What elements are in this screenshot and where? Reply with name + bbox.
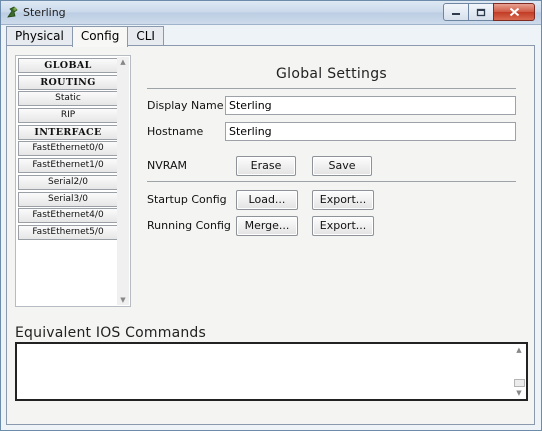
app-icon bbox=[7, 6, 18, 18]
hostname-label: Hostname bbox=[147, 125, 204, 138]
scroll-up-icon[interactable]: ▲ bbox=[513, 345, 525, 355]
ios-commands-textarea[interactable]: ▲ ▼ bbox=[15, 342, 528, 401]
config-panel: GLOBAL ROUTING Static RIP INTERFACE FastEther… bbox=[6, 45, 535, 425]
global-settings-title: Global Settings bbox=[275, 66, 388, 82]
running-config-label: Running Config bbox=[147, 219, 231, 232]
ios-scroll-thumb[interactable] bbox=[514, 379, 525, 387]
nav-item-fastethernet5-0[interactable]: FastEthernet5/0 bbox=[18, 224, 118, 240]
display-name-field[interactable]: Sterling bbox=[225, 96, 516, 115]
tab-config[interactable]: Config bbox=[71, 26, 129, 47]
title-bar[interactable]: Sterling bbox=[1, 1, 541, 25]
tab-physical[interactable]: Physical bbox=[6, 26, 73, 46]
tab-cli[interactable]: CLI bbox=[127, 26, 164, 46]
nav-item-routing[interactable]: ROUTING bbox=[18, 74, 118, 90]
scroll-up-icon[interactable]: ▲ bbox=[117, 57, 129, 67]
nav-list: GLOBAL ROUTING Static RIP INTERFACE FastEther… bbox=[18, 58, 118, 242]
nav-item-rip[interactable]: RIP bbox=[18, 108, 118, 124]
nav-item-fastethernet1-0[interactable]: FastEthernet1/0 bbox=[18, 158, 118, 174]
nvram-label: NVRAM bbox=[147, 159, 187, 172]
minimize-button[interactable] bbox=[443, 3, 469, 21]
close-button[interactable] bbox=[493, 3, 535, 21]
display-name-label: Display Name bbox=[147, 99, 224, 112]
maximize-button[interactable] bbox=[468, 3, 494, 21]
nav-panel: GLOBAL ROUTING Static RIP INTERFACE FastEther… bbox=[15, 55, 131, 307]
section-divider bbox=[147, 181, 516, 182]
nav-item-interface[interactable]: INTERFACE bbox=[18, 124, 118, 140]
startup-export-button[interactable]: Export... bbox=[312, 190, 374, 210]
save-button[interactable]: Save bbox=[312, 156, 372, 176]
app-window: Sterling Physical Config CLI GLOBAL ROUTI… bbox=[0, 0, 542, 431]
tab-bar: Physical Config CLI bbox=[6, 26, 164, 47]
maximize-icon bbox=[476, 8, 486, 16]
load-button[interactable]: Load... bbox=[236, 190, 298, 210]
merge-button[interactable]: Merge... bbox=[236, 216, 298, 236]
hostname-field[interactable]: Sterling bbox=[225, 122, 516, 141]
ios-commands-title: Equivalent IOS Commands bbox=[15, 325, 207, 341]
nav-scrollbar[interactable]: ▲ ▼ bbox=[117, 57, 129, 305]
title-divider bbox=[147, 88, 516, 89]
scroll-down-icon[interactable]: ▼ bbox=[117, 295, 129, 305]
close-icon bbox=[509, 7, 519, 17]
nav-item-fastethernet4-0[interactable]: FastEthernet4/0 bbox=[18, 208, 118, 224]
window-title: Sterling bbox=[23, 6, 66, 19]
nav-item-fastethernet0-0[interactable]: FastEthernet0/0 bbox=[18, 141, 118, 157]
nav-item-global[interactable]: GLOBAL bbox=[18, 58, 118, 73]
ios-scrollbar[interactable]: ▲ ▼ bbox=[513, 345, 525, 398]
erase-button[interactable]: Erase bbox=[236, 156, 296, 176]
minimize-icon bbox=[452, 13, 460, 15]
running-export-button[interactable]: Export... bbox=[312, 216, 374, 236]
nav-item-static[interactable]: Static bbox=[18, 91, 118, 107]
window-controls bbox=[443, 3, 535, 21]
nav-item-serial2-0[interactable]: Serial2/0 bbox=[18, 174, 118, 190]
startup-config-label: Startup Config bbox=[147, 193, 227, 206]
nav-item-serial3-0[interactable]: Serial3/0 bbox=[18, 191, 118, 207]
scroll-down-icon[interactable]: ▼ bbox=[513, 388, 525, 398]
